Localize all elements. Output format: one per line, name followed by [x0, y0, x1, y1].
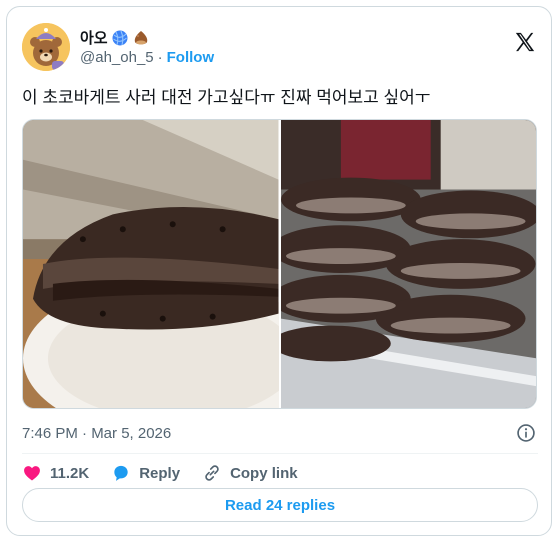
separator-dot: · — [157, 49, 163, 66]
tweet-text: 이 초코바게트 사러 대전 가고싶다ㅠ 진짜 먹어보고 싶어ㅜ — [22, 88, 431, 107]
timestamp[interactable]: 7:46 PM · Mar 5, 2026 — [22, 425, 171, 442]
media-grid[interactable] — [22, 119, 537, 409]
copy-link-button[interactable]: Copy link — [202, 463, 298, 483]
reply-button[interactable]: Reply — [111, 463, 180, 483]
name-row: 아오 — [80, 27, 150, 48]
tweet-card: 아오 @ah_oh_5 · Follow 이 초코바게트 사러 대전 가고싶다ㅠ… — [6, 6, 552, 536]
handle[interactable]: @ah_oh_5 — [80, 49, 154, 66]
yarn-ball-icon — [112, 30, 128, 45]
like-count: 11.2K — [50, 464, 90, 482]
x-logo-icon[interactable] — [514, 31, 536, 53]
reply-label: Reply — [139, 464, 181, 482]
like-button[interactable]: 11.2K — [22, 463, 89, 483]
handle-row: @ah_oh_5 · Follow — [80, 49, 214, 66]
copy-link-label: Copy link — [230, 464, 298, 482]
avatar[interactable] — [22, 23, 70, 71]
display-name[interactable]: 아오 — [80, 27, 108, 48]
photo-plate-baguette[interactable] — [23, 120, 279, 408]
photo-tray-baguettes[interactable] — [280, 120, 536, 408]
follow-button[interactable]: Follow — [167, 49, 215, 66]
avatar-bear-illustration — [22, 23, 70, 71]
reply-bubble-icon — [114, 465, 128, 481]
meta-row: 7:46 PM · Mar 5, 2026 — [22, 421, 538, 445]
divider — [22, 453, 538, 454]
info-icon[interactable] — [516, 423, 536, 443]
chocolate-baguette-plate-photo — [23, 120, 279, 408]
chestnut-icon — [134, 30, 147, 44]
link-icon — [205, 465, 219, 481]
heart-icon — [24, 466, 40, 481]
action-bar: 11.2K Reply Copy link — [22, 459, 298, 487]
chocolate-baguettes-tray-photo — [280, 120, 536, 408]
tweet-header: 아오 @ah_oh_5 · Follow — [22, 19, 538, 75]
read-replies-button[interactable]: Read 24 replies — [22, 488, 538, 522]
